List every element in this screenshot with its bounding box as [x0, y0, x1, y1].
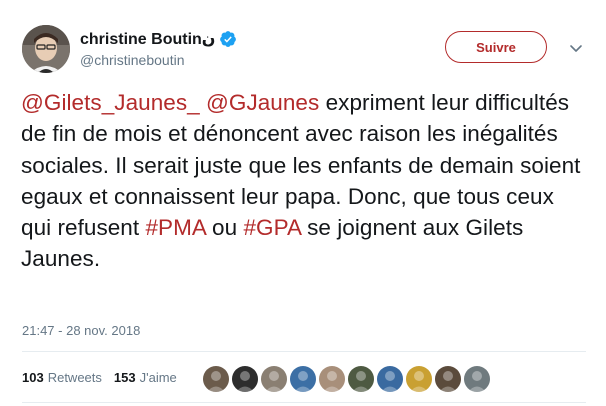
- liker-avatar-icon[interactable]: [435, 366, 461, 392]
- liker-avatar-icon[interactable]: [377, 366, 403, 392]
- retweets-stat[interactable]: 103 Retweets: [22, 370, 102, 385]
- user-names: christine Boutinن @christineboutin: [80, 28, 237, 68]
- tweet-text: @Gilets_Jaunes_ @GJaunes expriment leur …: [21, 87, 587, 275]
- retweets-count: 103: [22, 370, 44, 385]
- likes-count: 153: [113, 370, 136, 385]
- verified-badge-icon: [219, 30, 237, 48]
- user-avatar[interactable]: [22, 25, 70, 73]
- liker-avatar-icon[interactable]: [261, 366, 287, 392]
- likes-label: J'aime: [139, 370, 177, 385]
- profile-photo-icon: [22, 25, 70, 73]
- divider-top: [22, 351, 586, 352]
- hashtag-link[interactable]: #GPA: [243, 215, 300, 240]
- chevron-down-icon[interactable]: [568, 40, 584, 56]
- tweet-header: christine Boutinن @christineboutin Suivr…: [22, 20, 588, 78]
- user-handle[interactable]: @christineboutin: [80, 52, 237, 68]
- liker-avatar-icon[interactable]: [232, 366, 258, 392]
- display-name-row: christine Boutinن: [80, 28, 237, 50]
- mention-link[interactable]: @Gilets_Jaunes_: [21, 90, 200, 115]
- liker-avatar-icon[interactable]: [348, 366, 374, 392]
- likers-avatars: [203, 366, 493, 392]
- hashtag-link[interactable]: #PMA: [145, 215, 205, 240]
- liker-avatar-icon[interactable]: [406, 366, 432, 392]
- retweets-label: Retweets: [47, 370, 102, 385]
- tweet-text-segment: ou: [205, 215, 244, 241]
- follow-button[interactable]: Suivre: [445, 31, 547, 63]
- liker-avatar-icon[interactable]: [464, 366, 490, 392]
- tweet-stats: 103 Retweets 153 J'aime: [22, 370, 189, 385]
- liker-avatar-icon[interactable]: [319, 366, 345, 392]
- mention-link[interactable]: @GJaunes: [206, 90, 319, 115]
- liker-avatar-icon[interactable]: [290, 366, 316, 392]
- display-name[interactable]: christine Boutinن: [80, 29, 215, 49]
- likes-stat[interactable]: 153 J'aime: [114, 370, 177, 385]
- liker-avatar-icon[interactable]: [203, 366, 229, 392]
- tweet-timestamp[interactable]: 21:47 - 28 nov. 2018: [22, 323, 140, 338]
- divider-bottom: [22, 402, 586, 403]
